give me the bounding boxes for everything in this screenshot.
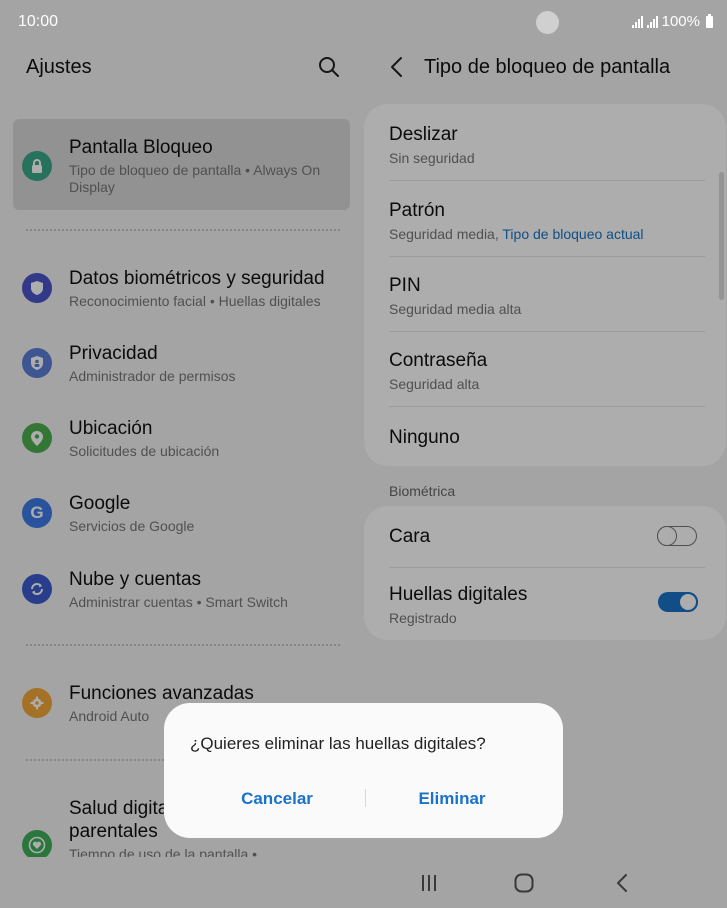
front-camera (536, 11, 559, 34)
status-bar: 10:00 100% (0, 0, 727, 44)
status-indicators: 100% (631, 13, 713, 30)
signal-icon (631, 15, 643, 28)
dialog-message: ¿Quieres eliminar las huellas digitales? (190, 734, 486, 753)
delete-fingerprints-dialog: ¿Quieres eliminar las huellas digitales?… (164, 703, 563, 838)
screen: Ajustes Pantalla Bloqueo Tipo de bloqueo… (0, 0, 727, 908)
battery-icon (706, 13, 713, 28)
battery-percent: 100% (661, 13, 700, 30)
delete-button[interactable]: Eliminar (362, 789, 542, 809)
status-time: 10:00 (18, 13, 59, 30)
cancel-button[interactable]: Cancelar (187, 789, 367, 809)
signal-icon (646, 15, 658, 28)
